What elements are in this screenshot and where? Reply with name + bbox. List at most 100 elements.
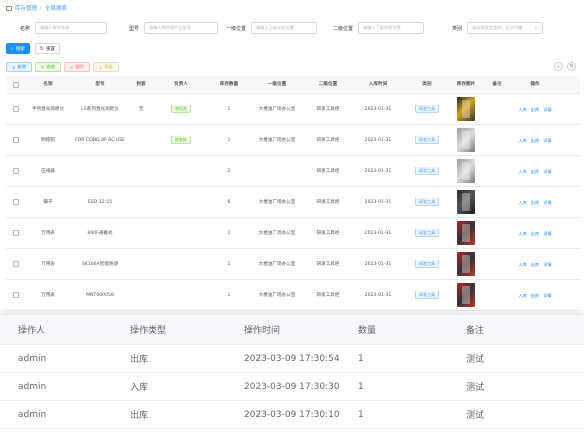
stock-out-link[interactable]: 出库 (531, 230, 539, 237)
model-input[interactable]: 请输入库件或产品型号 (144, 22, 219, 34)
log-type: 出库 (130, 355, 149, 365)
header-pos2: 二级位置 (318, 82, 338, 87)
cell-name: 万用表 (41, 230, 55, 236)
edit-button[interactable]: ✎ 修改 (34, 62, 61, 72)
refresh-table-icon[interactable]: ↻ (567, 62, 576, 71)
row-select-cell[interactable] (6, 292, 26, 298)
stock-out-link[interactable]: 出库 (531, 106, 539, 113)
stock-out-link[interactable]: 出库 (531, 261, 539, 268)
toolbar: + 新增 ✎ 修改 ✕ 删除 ↓ 导出 (6, 62, 119, 72)
row-select-cell[interactable] (6, 230, 26, 236)
row-checkbox[interactable] (13, 261, 19, 267)
table-row[interactable]: 万用表 MNT000058 1 大楼油广场办公室 研发工具柜 2023-01-31 研发工具… (6, 280, 580, 311)
toggle-search-icon[interactable]: ⌕ (554, 62, 563, 71)
row-checkbox[interactable] (13, 168, 19, 174)
details-link[interactable]: 详情 (543, 261, 551, 268)
filter-pos1-label: 一级位置 (226, 25, 247, 32)
owner-tag: 李恒杰 (171, 105, 191, 113)
inventory-thumbnail[interactable] (457, 190, 475, 214)
header-pack: 封装 (136, 82, 146, 87)
details-link[interactable]: 详情 (543, 137, 551, 144)
log-note: 测试 (466, 383, 485, 393)
inventory-thumbnail[interactable] (457, 252, 475, 276)
cell-name: 压线器 (41, 168, 55, 174)
search-button-label: 搜索 (15, 46, 25, 52)
table-row[interactable]: 万用表 SK166A智能防烧 1 大楼油广场办公室 研发工具柜 2023-01-31 研发工… (6, 249, 580, 280)
cell-image (448, 159, 484, 183)
row-checkbox[interactable] (13, 106, 19, 112)
inventory-thumbnail[interactable] (457, 159, 475, 183)
row-select-cell[interactable] (6, 137, 26, 143)
stock-in-link[interactable]: 入库 (518, 106, 526, 113)
reset-button[interactable]: ↻ 重置 (34, 43, 61, 54)
cell-date: 2023-01-31 (364, 199, 392, 205)
table-header-row: 名称 型号 封装 负责人 库存数量 一级位置 二级位置 入库时间 类别 库存图片… (6, 76, 580, 94)
row-select-cell[interactable] (6, 199, 26, 205)
search-button[interactable]: ⌕ 搜索 (6, 43, 30, 54)
stock-in-link[interactable]: 入库 (518, 261, 526, 268)
log-body: admin 出库 2023-03-09 17:30:54 1 测试 admin 入库 2023… (0, 345, 584, 429)
cell-pos1: 大楼油广场办公室 (258, 261, 296, 267)
filter-pos2: 二级位置 请输入下级存放位置 (333, 20, 425, 36)
row-select-cell[interactable] (6, 106, 26, 112)
category-tag: 研发工具 (415, 229, 439, 237)
details-link[interactable]: 详情 (543, 230, 551, 237)
table-row[interactable]: 万用表 890F通番式 1 大楼油广场办公室 研发工具柜 2023-01-31 研发工具 入库… (6, 218, 580, 249)
stock-in-link[interactable]: 入库 (518, 137, 526, 144)
filter-category-label: 类别 (452, 25, 463, 32)
breadcrumb-section[interactable]: 库存管理 (15, 4, 37, 12)
delete-button[interactable]: ✕ 删除 (63, 62, 90, 72)
cell-date: 2023-01-31 (364, 168, 392, 174)
header-pos1: 一级位置 (267, 82, 287, 87)
stock-in-link[interactable]: 入库 (518, 199, 526, 206)
details-link[interactable]: 详情 (543, 106, 551, 113)
log-header-note: 备注 (466, 326, 485, 336)
cell-ops: 入库 出库 详情 (510, 168, 560, 175)
pos2-input[interactable]: 请输入下级存放位置 (358, 22, 425, 34)
stock-out-link[interactable]: 出库 (531, 168, 539, 175)
category-select[interactable]: 请选择类型类别，区分归属 ⌄ (467, 22, 544, 34)
row-checkbox[interactable] (13, 292, 19, 298)
table-row[interactable]: 手持激光测距仪 LS系列激光测距仪 无 李恒杰 1 大楼油广场办公室 研发工具柜 2023-0… (6, 94, 580, 125)
table-row[interactable]: 网络钳 FOR COND 8P 8C USE 陈耿彬 1 大楼油广场办公室 研发工具柜 20… (6, 125, 580, 156)
cell-model: ESD-12-15 (87, 199, 113, 205)
select-all-checkbox[interactable] (13, 81, 19, 88)
cell-pos2: 研发工具柜 (316, 261, 340, 267)
row-checkbox[interactable] (13, 230, 19, 236)
stock-out-link[interactable]: 出库 (531, 137, 539, 144)
stock-in-link[interactable]: 入库 (518, 292, 526, 299)
cell-pos2: 研发工具柜 (316, 137, 340, 143)
inventory-thumbnail[interactable] (457, 97, 475, 121)
inventory-thumbnail[interactable] (457, 283, 475, 307)
name-input[interactable]: 请输入库存名称 (35, 22, 108, 34)
search-icon: ⌕ (11, 45, 14, 52)
filter-category: 类别 请选择类型类别，区分归属 ⌄ (452, 20, 544, 36)
details-link[interactable]: 详情 (543, 199, 551, 206)
log-user: admin (18, 409, 47, 420)
select-all-cell[interactable] (6, 81, 26, 88)
row-select-cell[interactable] (6, 261, 26, 267)
header-category: 类别 (422, 82, 432, 87)
inventory-thumbnail[interactable] (457, 221, 475, 245)
cell-pos2: 研发工具柜 (316, 106, 340, 112)
stock-in-link[interactable]: 入库 (518, 168, 526, 175)
pos1-input[interactable]: 请输入上级存放位置 (251, 22, 318, 34)
export-button[interactable]: ↓ 导出 (92, 62, 119, 72)
stock-in-link[interactable]: 入库 (518, 230, 526, 237)
add-button[interactable]: + 新增 (6, 62, 32, 72)
header-model: 型号 (95, 82, 105, 87)
cell-ops: 入库 出库 详情 (510, 199, 560, 206)
row-select-cell[interactable] (6, 168, 26, 174)
row-checkbox[interactable] (13, 137, 19, 143)
header-ops: 操作 (530, 82, 540, 87)
table-tools: ⌕ ↻ (554, 62, 576, 71)
stock-out-link[interactable]: 出库 (531, 199, 539, 206)
inventory-thumbnail[interactable] (457, 128, 475, 152)
details-link[interactable]: 详情 (543, 292, 551, 299)
table-row[interactable]: 压线器 2 研发工具柜 2023-01-31 研发工具 入库 出库 详情 (6, 156, 580, 187)
details-link[interactable]: 详情 (543, 168, 551, 175)
stock-out-link[interactable]: 出库 (531, 292, 539, 299)
table-row[interactable]: 镊子 ESD-12-15 6 大楼油广场办公室 研发工具柜 2023-01-31 研发工具 入… (6, 187, 580, 218)
row-checkbox[interactable] (13, 199, 19, 205)
operation-log-panel: 操作人 操作类型 操作时间 数量 备注 admin 出库 2023-03-09 17… (0, 315, 584, 440)
